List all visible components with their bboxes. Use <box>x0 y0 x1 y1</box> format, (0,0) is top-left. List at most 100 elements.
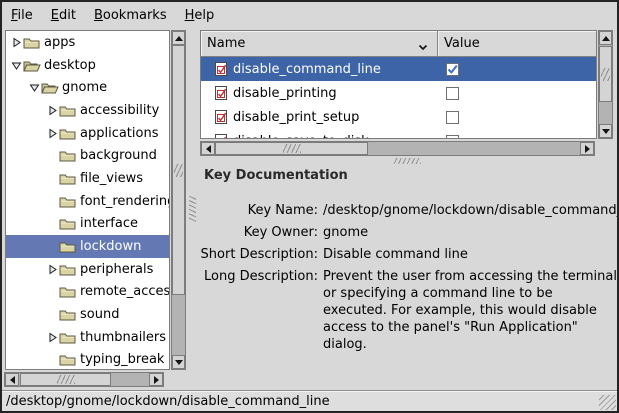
list-row-disable_print_setup[interactable]: disable_print_setup <box>201 105 596 129</box>
value-checkbox-unchecked[interactable] <box>446 135 459 139</box>
folder-closed-icon <box>59 262 77 276</box>
tree-item-remote_access[interactable]: remote_access <box>6 281 169 304</box>
tree-item-apps[interactable]: apps <box>6 31 169 54</box>
list-row-disable_save_to_disk[interactable]: disable_save_to_disk <box>201 129 596 138</box>
tree-item-font_rendering[interactable]: font_rendering <box>6 190 169 213</box>
scroll-left-button[interactable] <box>5 373 19 386</box>
scroll-left-button[interactable] <box>201 142 215 155</box>
config-tree-view[interactable]: appsdesktopgnomeaccessibility application… <box>5 30 170 370</box>
list-vertical-scrollbar[interactable] <box>598 30 613 139</box>
horizontal-paned-handle[interactable] <box>200 157 617 165</box>
tree-item-desktop[interactable]: desktop <box>6 54 169 77</box>
list-header: Name Value <box>201 31 596 57</box>
scroll-down-button[interactable] <box>172 355 185 369</box>
doc-value: Prevent the user from accessing the term… <box>318 268 617 353</box>
key-list-view: Name Value disable_command_line disable_p… <box>200 30 597 139</box>
menu-file[interactable]: File <box>2 4 42 27</box>
tree-vertical-scrollbar[interactable] <box>171 30 186 370</box>
tree-item-label: applications <box>80 126 160 141</box>
key-name-label: disable_print_setup <box>233 110 359 125</box>
menu-bookmarks[interactable]: Bookmarks <box>85 4 176 27</box>
scrollbar-trough[interactable] <box>599 45 612 124</box>
scroll-up-button[interactable] <box>172 31 185 45</box>
tree-indent <box>6 87 28 88</box>
folder-closed-icon <box>23 35 41 49</box>
folder-closed-icon <box>59 103 77 117</box>
tree-item-peripherals[interactable]: peripherals <box>6 258 169 281</box>
scrollbar-thumb[interactable] <box>215 142 368 155</box>
resize-grip[interactable] <box>599 395 616 410</box>
tree-horizontal-scrollbar[interactable] <box>4 372 164 387</box>
menu-help[interactable]: Help <box>176 4 224 27</box>
expander-collapsed-icon[interactable] <box>46 104 59 116</box>
expander-collapsed-icon[interactable] <box>10 36 23 48</box>
list-row-disable_command_line[interactable]: disable_command_line <box>201 57 596 81</box>
tree-item-background[interactable]: background <box>6 144 169 167</box>
menu-edit[interactable]: Edit <box>42 4 85 27</box>
expander-collapsed-icon[interactable] <box>46 127 59 139</box>
tree-item-gnome[interactable]: gnome <box>6 76 169 99</box>
tree-item-typing_break[interactable]: typing_break <box>6 349 169 370</box>
column-header-name[interactable]: Name <box>201 31 438 57</box>
expander-spacer <box>46 309 59 321</box>
gconf-editor-window: File Edit Bookmarks Help appsdesktopgnom… <box>0 0 619 413</box>
sort-indicator-chevron-down-icon <box>418 40 428 55</box>
scrollbar-trough[interactable] <box>215 142 580 155</box>
scrollbar-trough[interactable] <box>19 373 149 386</box>
expander-spacer <box>46 150 59 162</box>
tree-indent <box>6 178 46 179</box>
scrollbar-thumb[interactable] <box>172 45 185 295</box>
doc-value: /desktop/gnome/lockdown/disable_command_… <box>318 202 619 219</box>
scrollbar-trough[interactable] <box>172 45 185 355</box>
tree-indent <box>6 155 46 156</box>
tree-item-lockdown[interactable]: lockdown <box>6 235 169 258</box>
tree-item-applications[interactable]: applications <box>6 122 169 145</box>
expander-collapsed-icon[interactable] <box>46 263 59 275</box>
tree-item-file_views[interactable]: file_views <box>6 167 169 190</box>
tree-indent <box>6 223 46 224</box>
scroll-right-button[interactable] <box>580 142 594 155</box>
scrollbar-thumb[interactable] <box>20 373 111 386</box>
column-header-value[interactable]: Value <box>438 31 596 57</box>
tree-item-label: file_views <box>80 171 145 186</box>
doc-row-key-name: Key Name: /desktop/gnome/lockdown/disabl… <box>200 202 617 219</box>
folder-open-icon <box>23 58 41 72</box>
arrow-left-icon <box>10 376 15 384</box>
folder-closed-icon <box>59 171 77 185</box>
doc-label: Key Owner: <box>200 224 318 241</box>
paned-grip-icon <box>393 158 421 164</box>
tree-item-sound[interactable]: sound <box>6 303 169 326</box>
arrow-right-icon <box>585 145 590 153</box>
value-checkbox-unchecked[interactable] <box>446 87 459 100</box>
folder-closed-icon <box>59 308 77 322</box>
arrow-up-icon <box>175 36 183 41</box>
key-documentation-table: Key Name: /desktop/gnome/lockdown/disabl… <box>200 202 617 353</box>
tree-indent <box>6 291 46 292</box>
expander-spacer <box>46 354 59 366</box>
value-checkbox-unchecked[interactable] <box>446 111 459 124</box>
tree-item-interface[interactable]: interface <box>6 213 169 236</box>
list-row-disable_printing[interactable]: disable_printing <box>201 81 596 105</box>
tree-item-accessibility[interactable]: accessibility <box>6 99 169 122</box>
menu-bookmarks-label: ookmarks <box>103 8 167 23</box>
expander-expanded-icon[interactable] <box>28 82 41 94</box>
expander-collapsed-icon[interactable] <box>46 331 59 343</box>
menu-help-mnemonic: H <box>185 8 195 23</box>
vertical-paned-handle[interactable] <box>187 30 199 388</box>
expander-expanded-icon[interactable] <box>10 59 23 71</box>
key-name-cell: disable_printing <box>201 86 438 101</box>
key-list-rows: disable_command_line disable_printingdisa… <box>201 57 596 138</box>
scroll-down-button[interactable] <box>599 124 612 138</box>
value-checkbox-checked[interactable] <box>446 63 459 76</box>
scroll-right-button[interactable] <box>149 373 163 386</box>
doc-value: gnome <box>318 224 368 241</box>
list-horizontal-scrollbar[interactable] <box>200 141 595 156</box>
tree-item-thumbnailers[interactable]: thumbnailers <box>6 326 169 349</box>
tree-item-label: peripherals <box>80 262 155 277</box>
key-name-cell: disable_command_line <box>201 62 438 77</box>
folder-closed-icon <box>59 240 77 254</box>
doc-value: Disable command line <box>318 246 468 263</box>
scrollbar-thumb[interactable] <box>599 46 612 102</box>
expander-spacer <box>46 195 59 207</box>
scroll-up-button[interactable] <box>599 31 612 45</box>
